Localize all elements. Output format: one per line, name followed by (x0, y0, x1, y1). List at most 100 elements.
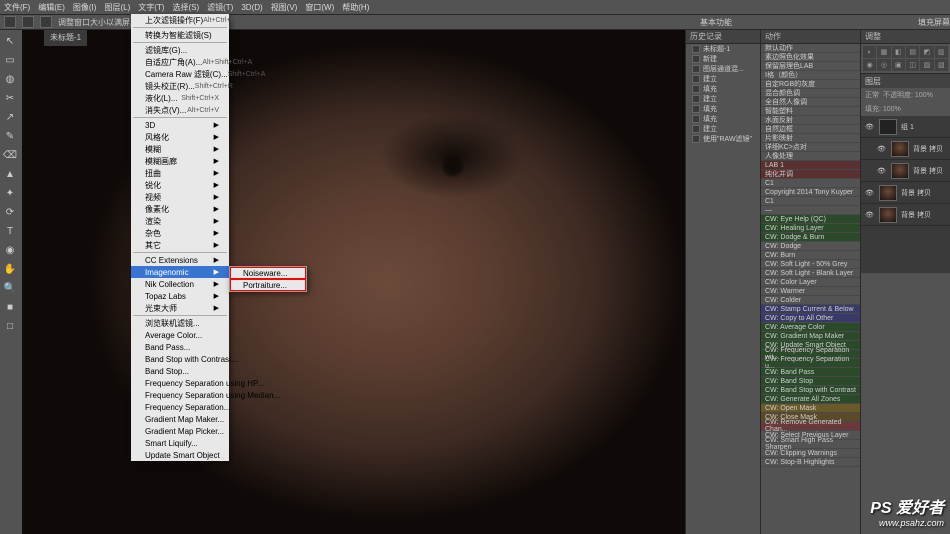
action-item[interactable]: CW: Soft Light - Blank Layer (761, 269, 860, 278)
layer-row[interactable]: 👁背景 拷贝 (861, 204, 950, 226)
tool-preset-icon[interactable] (4, 16, 16, 28)
action-item[interactable]: CW: Burn (761, 251, 860, 260)
history-item[interactable]: 建立 (686, 124, 760, 134)
tool-button[interactable]: ↗ (0, 108, 20, 126)
action-item[interactable]: CW: Color Layer (761, 278, 860, 287)
history-item[interactable]: 新建 (686, 54, 760, 64)
actions-panel-header[interactable]: 动作 (761, 30, 860, 44)
menu-item[interactable]: 模糊画廊▶ (131, 155, 229, 167)
action-item[interactable]: CW: Dodge (761, 242, 860, 251)
menu-item[interactable]: Topaz Labs▶ (131, 290, 229, 302)
visibility-icon[interactable]: 👁 (877, 167, 887, 175)
workspace-label[interactable]: 基本功能 (700, 17, 732, 28)
adj-icon[interactable]: ◩ (920, 46, 933, 58)
menu-item[interactable]: Frequency Separation using HP... (131, 377, 229, 389)
layer-row[interactable]: 👁组 1 (861, 116, 950, 138)
action-item[interactable]: CW: Healing Layer (761, 224, 860, 233)
menu-item[interactable]: Camera Raw 滤镜(C)...Shift+Ctrl+A (131, 68, 229, 80)
history-item[interactable]: 建立 (686, 74, 760, 84)
menu-item[interactable]: 滤镜库(G)... (131, 44, 229, 56)
history-item[interactable]: 填充 (686, 104, 760, 114)
menu-item[interactable]: 帮助(H) (342, 2, 369, 13)
menu-item[interactable]: 转换为智能滤镜(S) (131, 29, 229, 41)
blend-mode[interactable]: 正常 (865, 90, 879, 100)
fill-opacity[interactable]: 填充: 100% (865, 104, 901, 114)
menu-item[interactable]: 其它▶ (131, 239, 229, 251)
action-item[interactable]: CW: Copy to All Other (761, 314, 860, 323)
history-item[interactable]: 填充 (686, 114, 760, 124)
menu-item[interactable]: 滤镜(T) (207, 2, 233, 13)
menu-item[interactable]: 选择(S) (172, 2, 199, 13)
tool-button[interactable]: □ (0, 317, 20, 335)
submenu-item[interactable]: Portraiture... (230, 279, 306, 291)
history-panel-header[interactable]: 历史记录 (686, 30, 760, 44)
opacity[interactable]: 不透明度: 100% (883, 90, 933, 100)
zoom-in-icon[interactable] (22, 16, 34, 28)
action-item[interactable]: CW: Soft Light - 50% Grey (761, 260, 860, 269)
action-item[interactable]: CW: Dodge & Burn (761, 233, 860, 242)
menu-item[interactable]: 消失点(V)...Alt+Ctrl+V (131, 104, 229, 116)
layer-row[interactable]: 👁背景 拷贝 (861, 160, 950, 182)
history-item[interactable]: 填充 (686, 84, 760, 94)
action-item[interactable]: Copyright 2014 Tony Kuyper (761, 188, 860, 197)
menu-item[interactable]: Imagenomic▶Noiseware...Portraiture... (131, 266, 229, 278)
menu-item[interactable]: Band Stop with Contrast... (131, 353, 229, 365)
menu-item[interactable]: 镜头校正(R)...Shift+Ctrl+R (131, 80, 229, 92)
tool-button[interactable]: ✋ (0, 260, 20, 278)
visibility-icon[interactable]: 👁 (877, 145, 887, 153)
action-item[interactable]: CW: Generate All Zones (761, 395, 860, 404)
menu-item[interactable]: Average Color... (131, 329, 229, 341)
action-item[interactable]: CW: Warmer (761, 287, 860, 296)
action-item[interactable]: CW: Remove Generated Chan... (761, 422, 860, 431)
tool-button[interactable]: ▲ (0, 165, 20, 183)
menu-item[interactable]: 自适应广角(A)...Alt+Shift+Ctrl+A (131, 56, 229, 68)
tool-button[interactable]: ■ (0, 298, 20, 316)
menu-item[interactable]: 像素化▶ (131, 203, 229, 215)
zoom-out-icon[interactable] (40, 16, 52, 28)
menu-item[interactable]: Band Stop... (131, 365, 229, 377)
layer-row[interactable]: 👁背景 拷贝 (861, 182, 950, 204)
history-item[interactable]: 使用"RAW滤镜" (686, 134, 760, 144)
menu-item[interactable]: 渲染▶ (131, 215, 229, 227)
layer-row[interactable]: 👁背景 拷贝 (861, 138, 950, 160)
menu-item[interactable]: Band Pass... (131, 341, 229, 353)
menu-item[interactable]: 图层(L) (104, 2, 130, 13)
tool-button[interactable]: T (0, 222, 20, 240)
action-item[interactable]: CW: Stop-B Highlights (761, 458, 860, 467)
adj-icon[interactable]: ◉ (863, 59, 876, 71)
action-item[interactable]: — (761, 206, 860, 215)
menu-item[interactable]: 编辑(E) (38, 2, 65, 13)
tool-button[interactable]: ◉ (0, 241, 20, 259)
adj-icon[interactable]: ▣ (892, 59, 905, 71)
menu-item[interactable]: CC Extensions▶ (131, 254, 229, 266)
menu-item[interactable]: 图像(I) (73, 2, 97, 13)
tool-button[interactable]: ✦ (0, 184, 20, 202)
menu-item[interactable]: Frequency Separation using Median... (131, 389, 229, 401)
history-item[interactable]: 图层通道混... (686, 64, 760, 74)
layers-tab[interactable]: 图层 (865, 76, 881, 87)
canvas-area[interactable]: 未标题-1 (22, 30, 685, 534)
adj-icon[interactable]: ◎ (877, 59, 890, 71)
workspace-label-2[interactable]: 填充屏幕 (918, 17, 950, 28)
adj-icon[interactable]: ◐ (863, 46, 876, 58)
menu-item[interactable]: 文字(T) (138, 2, 164, 13)
action-item[interactable]: CW: Band Stop with Contrast (761, 386, 860, 395)
adj-icon[interactable]: ▦ (877, 46, 890, 58)
action-item[interactable]: CW: Smart High Pass Sharpen (761, 440, 860, 449)
menu-item[interactable]: 模糊▶ (131, 143, 229, 155)
tool-button[interactable]: ✂ (0, 89, 20, 107)
menu-item[interactable]: Frequency Separation... (131, 401, 229, 413)
menu-item[interactable]: Nik Collection▶ (131, 278, 229, 290)
adj-icon[interactable]: ▧ (935, 59, 948, 71)
action-item[interactable]: C1 (761, 197, 860, 206)
menu-item[interactable]: 扭曲▶ (131, 167, 229, 179)
menu-item[interactable]: 上次滤镜操作(F)Alt+Ctrl+F (131, 14, 229, 26)
action-item[interactable]: CW: Open Mask (761, 404, 860, 413)
menu-item[interactable]: Gradient Map Picker... (131, 425, 229, 437)
menu-item[interactable]: 3D▶ (131, 119, 229, 131)
action-item[interactable]: CW: Eye Help (QC) (761, 215, 860, 224)
action-item[interactable]: C1 (761, 179, 860, 188)
menu-item[interactable]: 液化(L)...Shift+Ctrl+X (131, 92, 229, 104)
history-item[interactable]: 建立 (686, 94, 760, 104)
action-item[interactable]: CW: Gradient Map Maker (761, 332, 860, 341)
